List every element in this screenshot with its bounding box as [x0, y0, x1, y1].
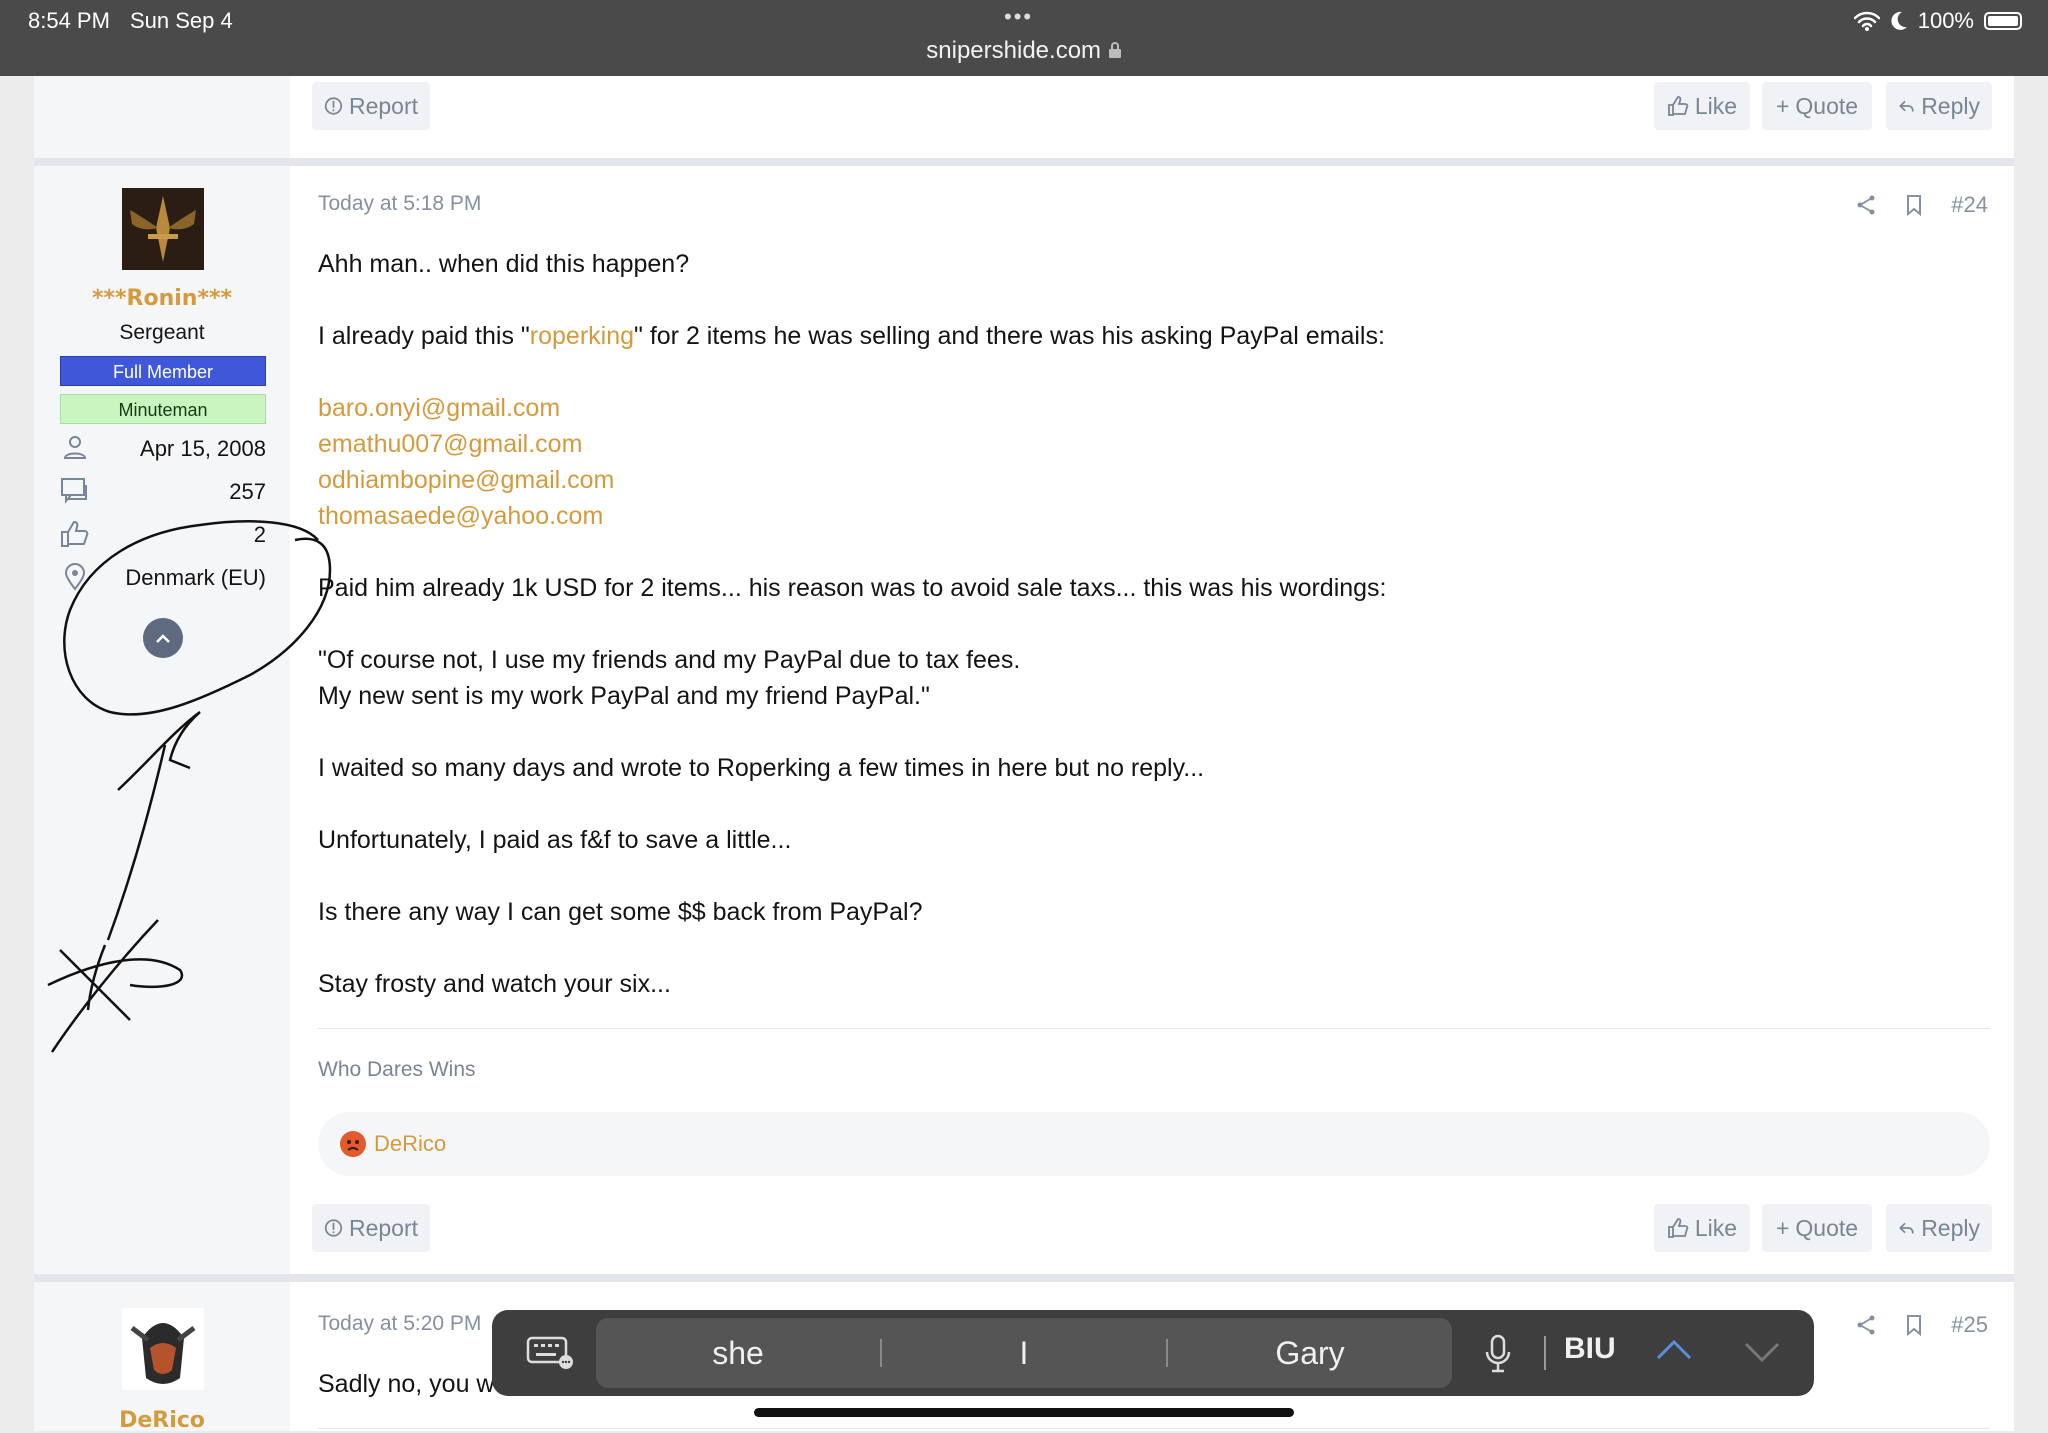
chevron-down-icon[interactable] [1742, 1338, 1782, 1368]
chevron-up-icon[interactable] [1654, 1334, 1694, 1364]
suggestion[interactable]: she [596, 1335, 880, 1372]
suggestion[interactable]: Gary [1168, 1335, 1452, 1372]
divider [1544, 1336, 1546, 1370]
handwritten-annotation [47, 520, 332, 1053]
keyboard-icon[interactable] [526, 1336, 574, 1370]
format-label: BIU [1564, 1332, 1616, 1365]
suggestion[interactable]: I [882, 1335, 1166, 1372]
home-indicator[interactable] [754, 1408, 1294, 1417]
microphone-icon[interactable] [1484, 1334, 1512, 1374]
suggestions: she I Gary [596, 1318, 1452, 1388]
text-format-button[interactable]: BIU [1564, 1332, 1616, 1366]
predictive-text-bar: she I Gary BIU [492, 1310, 1814, 1396]
